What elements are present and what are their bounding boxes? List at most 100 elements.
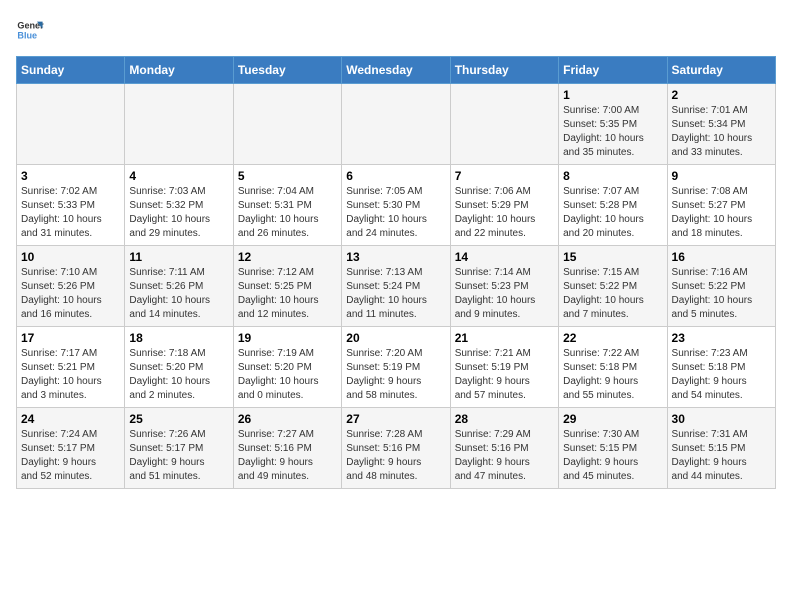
week-row-2: 3 Sunrise: 7:02 AMSunset: 5:33 PMDaylight… — [17, 165, 776, 246]
day-number: 11 — [129, 250, 228, 264]
header-day-wednesday: Wednesday — [342, 57, 450, 84]
header-day-monday: Monday — [125, 57, 233, 84]
day-number: 16 — [672, 250, 771, 264]
calendar-cell: 18 Sunrise: 7:18 AMSunset: 5:20 PMDayligh… — [125, 327, 233, 408]
header-row: SundayMondayTuesdayWednesdayThursdayFrid… — [17, 57, 776, 84]
calendar-cell: 24 Sunrise: 7:24 AMSunset: 5:17 PMDayligh… — [17, 408, 125, 489]
day-number: 5 — [238, 169, 337, 183]
logo-icon: General Blue — [16, 16, 44, 44]
day-info: Sunrise: 7:16 AMSunset: 5:22 PMDaylight:… — [672, 266, 771, 322]
day-number: 6 — [346, 169, 445, 183]
day-info: Sunrise: 7:20 AMSunset: 5:19 PMDaylight:… — [346, 347, 445, 403]
day-number: 12 — [238, 250, 337, 264]
week-row-5: 24 Sunrise: 7:24 AMSunset: 5:17 PMDayligh… — [17, 408, 776, 489]
day-info: Sunrise: 7:04 AMSunset: 5:31 PMDaylight:… — [238, 185, 337, 241]
header-day-thursday: Thursday — [450, 57, 558, 84]
day-number: 25 — [129, 412, 228, 426]
day-info: Sunrise: 7:01 AMSunset: 5:34 PMDaylight:… — [672, 104, 771, 160]
day-number: 26 — [238, 412, 337, 426]
day-info: Sunrise: 7:14 AMSunset: 5:23 PMDaylight:… — [455, 266, 554, 322]
day-number: 3 — [21, 169, 120, 183]
day-info: Sunrise: 7:23 AMSunset: 5:18 PMDaylight:… — [672, 347, 771, 403]
calendar-cell — [342, 84, 450, 165]
calendar-cell: 25 Sunrise: 7:26 AMSunset: 5:17 PMDayligh… — [125, 408, 233, 489]
calendar-cell: 13Sunrise: 7:13 AMSunset: 5:24 PMDayligh… — [342, 246, 450, 327]
day-info: Sunrise: 7:21 AMSunset: 5:19 PMDaylight:… — [455, 347, 554, 403]
week-row-3: 10Sunrise: 7:10 AMSunset: 5:26 PMDayligh… — [17, 246, 776, 327]
calendar-cell: 17Sunrise: 7:17 AMSunset: 5:21 PMDayligh… — [17, 327, 125, 408]
day-info: Sunrise: 7:28 AMSunset: 5:16 PMDaylight:… — [346, 428, 445, 484]
day-number: 1 — [563, 88, 662, 102]
day-info: Sunrise: 7:02 AMSunset: 5:33 PMDaylight:… — [21, 185, 120, 241]
day-number: 18 — [129, 331, 228, 345]
calendar-cell: 27 Sunrise: 7:28 AMSunset: 5:16 PMDayligh… — [342, 408, 450, 489]
day-number: 7 — [455, 169, 554, 183]
calendar-cell: 12 Sunrise: 7:12 AMSunset: 5:25 PMDayligh… — [233, 246, 341, 327]
day-info: Sunrise: 7:05 AMSunset: 5:30 PMDaylight:… — [346, 185, 445, 241]
day-number: 9 — [672, 169, 771, 183]
week-row-4: 17Sunrise: 7:17 AMSunset: 5:21 PMDayligh… — [17, 327, 776, 408]
day-number: 20 — [346, 331, 445, 345]
calendar-cell: 22 Sunrise: 7:22 AMSunset: 5:18 PMDayligh… — [559, 327, 667, 408]
day-info: Sunrise: 7:24 AMSunset: 5:17 PMDaylight:… — [21, 428, 120, 484]
day-info: Sunrise: 7:17 AMSunset: 5:21 PMDaylight:… — [21, 347, 120, 403]
day-number: 14 — [455, 250, 554, 264]
calendar-header: SundayMondayTuesdayWednesdayThursdayFrid… — [17, 57, 776, 84]
calendar-cell — [450, 84, 558, 165]
calendar-cell: 9 Sunrise: 7:08 AMSunset: 5:27 PMDaylight… — [667, 165, 775, 246]
header-day-sunday: Sunday — [17, 57, 125, 84]
day-number: 27 — [346, 412, 445, 426]
calendar-cell — [233, 84, 341, 165]
calendar-cell: 16 Sunrise: 7:16 AMSunset: 5:22 PMDayligh… — [667, 246, 775, 327]
calendar-cell: 6 Sunrise: 7:05 AMSunset: 5:30 PMDaylight… — [342, 165, 450, 246]
day-info: Sunrise: 7:13 AMSunset: 5:24 PMDaylight:… — [346, 266, 445, 322]
day-info: Sunrise: 7:15 AMSunset: 5:22 PMDaylight:… — [563, 266, 662, 322]
calendar-cell: 5 Sunrise: 7:04 AMSunset: 5:31 PMDaylight… — [233, 165, 341, 246]
calendar-cell: 28Sunrise: 7:29 AMSunset: 5:16 PMDayligh… — [450, 408, 558, 489]
calendar-cell — [17, 84, 125, 165]
day-info: Sunrise: 7:27 AMSunset: 5:16 PMDaylight:… — [238, 428, 337, 484]
day-info: Sunrise: 7:11 AMSunset: 5:26 PMDaylight:… — [129, 266, 228, 322]
calendar-cell: 14 Sunrise: 7:14 AMSunset: 5:23 PMDayligh… — [450, 246, 558, 327]
calendar-cell: 19 Sunrise: 7:19 AMSunset: 5:20 PMDayligh… — [233, 327, 341, 408]
day-info: Sunrise: 7:30 AMSunset: 5:15 PMDaylight:… — [563, 428, 662, 484]
day-number: 21 — [455, 331, 554, 345]
day-info: Sunrise: 7:07 AMSunset: 5:28 PMDaylight:… — [563, 185, 662, 241]
day-info: Sunrise: 7:06 AMSunset: 5:29 PMDaylight:… — [455, 185, 554, 241]
calendar-cell: 20 Sunrise: 7:20 AMSunset: 5:19 PMDayligh… — [342, 327, 450, 408]
day-info: Sunrise: 7:19 AMSunset: 5:20 PMDaylight:… — [238, 347, 337, 403]
svg-text:Blue: Blue — [17, 30, 37, 40]
calendar-table: SundayMondayTuesdayWednesdayThursdayFrid… — [16, 56, 776, 489]
day-info: Sunrise: 7:22 AMSunset: 5:18 PMDaylight:… — [563, 347, 662, 403]
day-number: 28 — [455, 412, 554, 426]
calendar-cell: 21 Sunrise: 7:21 AMSunset: 5:19 PMDayligh… — [450, 327, 558, 408]
page-header: General Blue — [16, 16, 776, 44]
header-day-saturday: Saturday — [667, 57, 775, 84]
day-number: 24 — [21, 412, 120, 426]
calendar-cell: 7 Sunrise: 7:06 AMSunset: 5:29 PMDaylight… — [450, 165, 558, 246]
calendar-cell: 30 Sunrise: 7:31 AMSunset: 5:15 PMDayligh… — [667, 408, 775, 489]
calendar-cell: 10Sunrise: 7:10 AMSunset: 5:26 PMDayligh… — [17, 246, 125, 327]
calendar-cell: 3 Sunrise: 7:02 AMSunset: 5:33 PMDaylight… — [17, 165, 125, 246]
day-number: 29 — [563, 412, 662, 426]
day-number: 30 — [672, 412, 771, 426]
day-info: Sunrise: 7:08 AMSunset: 5:27 PMDaylight:… — [672, 185, 771, 241]
calendar-cell — [125, 84, 233, 165]
day-info: Sunrise: 7:31 AMSunset: 5:15 PMDaylight:… — [672, 428, 771, 484]
day-number: 4 — [129, 169, 228, 183]
calendar-cell: 2Sunrise: 7:01 AMSunset: 5:34 PMDaylight… — [667, 84, 775, 165]
calendar-cell: 4 Sunrise: 7:03 AMSunset: 5:32 PMDaylight… — [125, 165, 233, 246]
day-number: 19 — [238, 331, 337, 345]
day-number: 22 — [563, 331, 662, 345]
day-info: Sunrise: 7:18 AMSunset: 5:20 PMDaylight:… — [129, 347, 228, 403]
day-info: Sunrise: 7:26 AMSunset: 5:17 PMDaylight:… — [129, 428, 228, 484]
calendar-cell: 23Sunrise: 7:23 AMSunset: 5:18 PMDayligh… — [667, 327, 775, 408]
calendar-cell: 15Sunrise: 7:15 AMSunset: 5:22 PMDayligh… — [559, 246, 667, 327]
day-info: Sunrise: 7:03 AMSunset: 5:32 PMDaylight:… — [129, 185, 228, 241]
day-info: Sunrise: 7:12 AMSunset: 5:25 PMDaylight:… — [238, 266, 337, 322]
calendar-cell: 26 Sunrise: 7:27 AMSunset: 5:16 PMDayligh… — [233, 408, 341, 489]
week-row-1: 1Sunrise: 7:00 AMSunset: 5:35 PMDaylight… — [17, 84, 776, 165]
logo: General Blue — [16, 16, 48, 44]
calendar-cell: 11 Sunrise: 7:11 AMSunset: 5:26 PMDayligh… — [125, 246, 233, 327]
calendar-body: 1Sunrise: 7:00 AMSunset: 5:35 PMDaylight… — [17, 84, 776, 489]
